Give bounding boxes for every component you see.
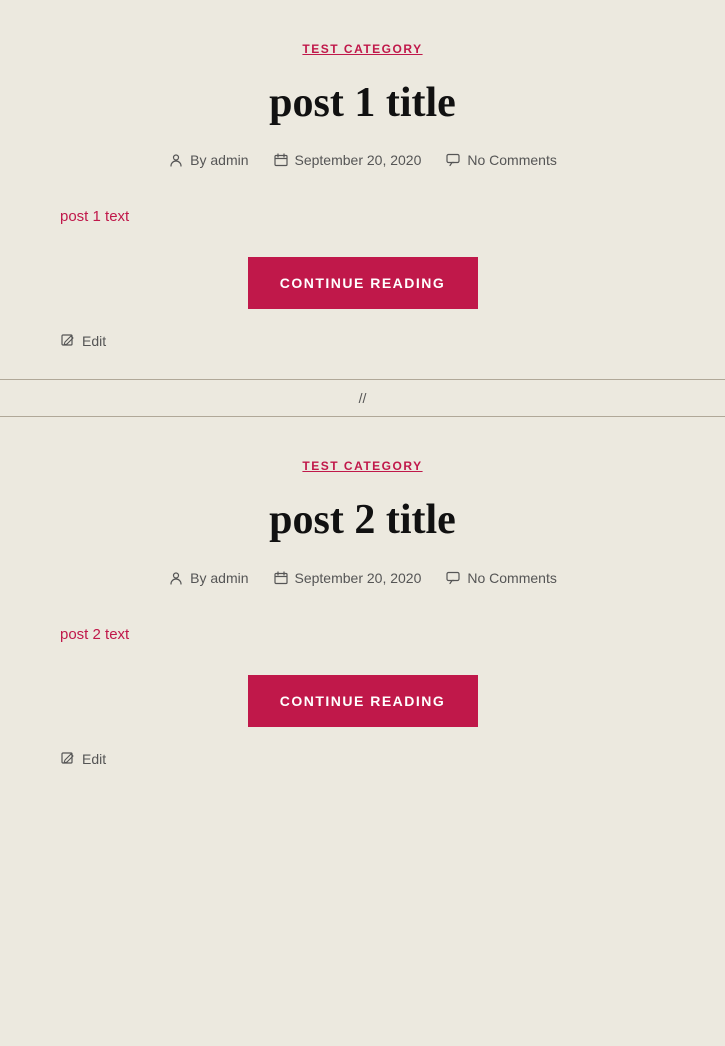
post-1-edit: Edit <box>60 333 665 349</box>
post-1-author: By admin <box>190 152 248 168</box>
pencil-icon <box>60 333 76 349</box>
calendar-icon-2 <box>273 570 289 586</box>
posts-separator: // <box>0 379 725 417</box>
post-2-continue-reading-button[interactable]: CONTINUE READING <box>248 675 478 727</box>
post-1-edit-link[interactable]: Edit <box>82 333 106 349</box>
post-2-author: By admin <box>190 570 248 586</box>
post-2-comments-meta: No Comments <box>445 570 556 586</box>
post-1-category: TEST CATEGORY <box>60 40 665 58</box>
post-2-comments: No Comments <box>467 570 556 586</box>
post-1-continue-reading-button[interactable]: CONTINUE READING <box>248 257 478 309</box>
post-article-2: TEST CATEGORY post 2 title By admin <box>0 417 725 796</box>
post-2-title: post 2 title <box>60 495 665 545</box>
post-2-excerpt: post 2 text <box>60 626 665 643</box>
post-2-meta: By admin September 20, 2020 <box>60 570 665 586</box>
separator-text: // <box>347 390 379 406</box>
post-2-date-meta: September 20, 2020 <box>273 570 422 586</box>
separator-line-left <box>0 398 347 399</box>
post-2-category: TEST CATEGORY <box>60 457 665 475</box>
calendar-icon <box>273 152 289 168</box>
person-icon <box>168 152 184 168</box>
post-1-comments: No Comments <box>467 152 556 168</box>
post-1-meta: By admin September 20, 2020 <box>60 152 665 168</box>
post-2-edit: Edit <box>60 751 665 767</box>
post-1-category-link[interactable]: TEST CATEGORY <box>302 42 422 56</box>
post-1-date: September 20, 2020 <box>295 152 422 168</box>
pencil-icon-2 <box>60 751 76 767</box>
comment-icon-2 <box>445 570 461 586</box>
post-1-author-meta: By admin <box>168 152 248 168</box>
posts-container: TEST CATEGORY post 1 title By admin <box>0 0 725 797</box>
post-article-1: TEST CATEGORY post 1 title By admin <box>0 0 725 379</box>
person-icon-2 <box>168 570 184 586</box>
post-2-author-meta: By admin <box>168 570 248 586</box>
post-1-excerpt: post 1 text <box>60 208 665 225</box>
post-1-date-meta: September 20, 2020 <box>273 152 422 168</box>
post-2-date: September 20, 2020 <box>295 570 422 586</box>
post-2-category-link[interactable]: TEST CATEGORY <box>302 459 422 473</box>
post-1-comments-meta: No Comments <box>445 152 556 168</box>
comment-icon <box>445 152 461 168</box>
post-2-edit-link[interactable]: Edit <box>82 751 106 767</box>
post-1-title: post 1 title <box>60 78 665 128</box>
separator-line-right <box>378 398 725 399</box>
